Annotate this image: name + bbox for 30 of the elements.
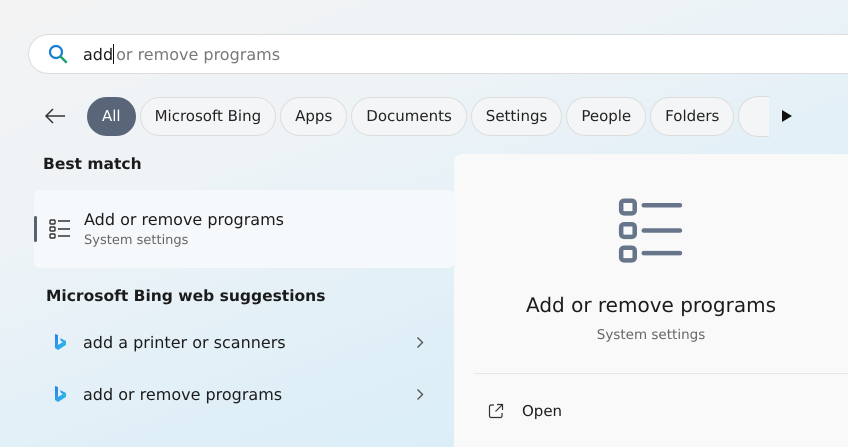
filter-chip[interactable]: Apps [280, 96, 348, 136]
autocomplete-suggestion: or remove programs [116, 44, 280, 64]
section-heading: Best match [42, 154, 143, 175]
search-icon [48, 44, 68, 64]
bing-logo-icon [54, 334, 66, 350]
chevron-right-icon [416, 388, 424, 400]
section-heading: Microsoft Bing web suggestions [45, 286, 326, 307]
result-title: Add or remove programs [84, 210, 284, 229]
best-match-result[interactable]: Add or remove programs System settings [34, 190, 454, 268]
external-link-icon [488, 403, 504, 419]
filter-chip[interactable]: All [87, 96, 136, 136]
chevron-right-icon [416, 336, 424, 348]
web-suggestion[interactable]: add or remove programs [34, 368, 454, 420]
list-icon [49, 218, 71, 240]
search-field[interactable]: add or remove programs [28, 34, 848, 74]
filter-chip[interactable]: People [566, 96, 646, 136]
bing-logo-icon [54, 386, 66, 402]
detail-title: Add or remove programs [526, 293, 776, 318]
web-suggestion[interactable]: add a printer or scanners [34, 316, 454, 368]
suggestion-text: add or remove programs [83, 384, 284, 404]
search-text: add [83, 44, 114, 64]
filter-chip[interactable]: Settings [470, 96, 562, 136]
suggestion-text: add a printer or scanners [83, 332, 287, 352]
result-subtitle: System settings [84, 233, 190, 248]
open-action[interactable]: Open [454, 374, 848, 447]
scroll-right-button[interactable] [781, 109, 794, 123]
detail-subtitle: System settings [596, 327, 706, 344]
filter-chip[interactable]: Microsoft Bing [140, 96, 276, 136]
filter-chip[interactable]: Folders [650, 96, 734, 136]
filter-chip[interactable]: Documents [351, 96, 467, 136]
